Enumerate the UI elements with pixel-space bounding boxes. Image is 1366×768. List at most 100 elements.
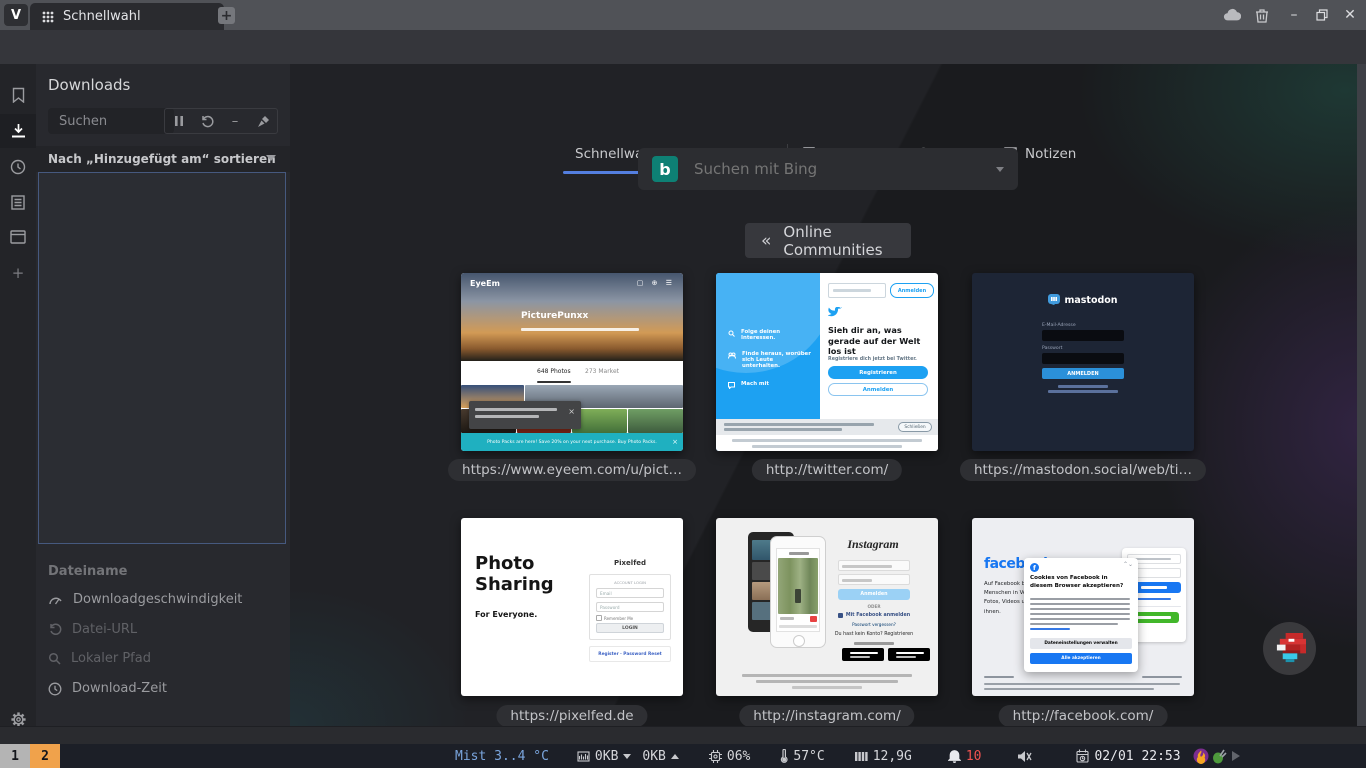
search-engine-chevron-icon	[996, 167, 1004, 172]
twitter-footer	[716, 435, 938, 451]
pixelfed-brand: Pixelfed	[589, 558, 671, 568]
speeddial-instagram[interactable]: Instagram Anmelden ODER Mit Facebook anm…	[716, 518, 938, 696]
volume-muted[interactable]	[1017, 750, 1032, 763]
downloads-search[interactable]	[48, 108, 174, 134]
chat-icon	[728, 382, 735, 389]
eyeem-tab-photos[interactable]: 648 Photos	[537, 368, 571, 375]
facebook-cookie-dialog: f ⌃⌄ Cookies von Facebook in diesem Brow…	[1024, 558, 1138, 672]
sort-label: Nach „Hinzugefügt am“ sortieren	[48, 152, 276, 166]
speeddial-mastodon[interactable]: mastodon E-Mail-Adresse Passwort ANMELDE…	[972, 273, 1194, 451]
twitter-register-button: Registrieren	[828, 366, 928, 379]
calendar-clock-icon	[1076, 749, 1089, 763]
history-panel-icon[interactable]	[0, 150, 36, 184]
knuckles-sprite-icon	[1271, 633, 1309, 665]
instagram-facebook-login: Mit Facebook anmelden	[834, 611, 914, 619]
vivaldi-menu-button[interactable]: V	[4, 4, 28, 26]
eyeem-cookie-notice: ×	[469, 401, 581, 429]
download-field-path: Lokaler Pfad	[48, 651, 151, 666]
remove-download-icon[interactable]: –	[221, 109, 249, 133]
downloads-list-empty[interactable]	[38, 172, 286, 544]
search-icon	[728, 330, 735, 337]
bookmarks-panel-icon[interactable]	[0, 78, 36, 112]
speeddial-caption: https://pixelfed.de	[496, 705, 647, 726]
speeddial-caption: http://twitter.com/	[752, 459, 902, 481]
pause-downloads-icon[interactable]	[165, 109, 193, 133]
speeddial-caption: https://mastodon.social/web/ti…	[960, 459, 1206, 481]
maximize-button[interactable]	[1310, 4, 1334, 26]
scrollbar[interactable]	[1357, 64, 1366, 726]
double-chevron-left-icon: «	[761, 231, 769, 251]
pixel-sprite-badge[interactable]	[1263, 622, 1316, 675]
speed-dial-grid-icon	[42, 11, 54, 23]
twitter-username-field	[828, 283, 886, 298]
resume-downloads-icon[interactable]	[193, 109, 221, 133]
instagram-password-input	[838, 574, 910, 585]
pixelfed-account-login-label: ACCOUNT LOGIN	[590, 579, 670, 585]
facebook-cookie-manage-button: Dateneinstellungen verwalten	[1030, 638, 1132, 649]
download-field-url: Datei-URL	[48, 622, 137, 637]
speeddial-facebook[interactable]: facebook Auf Facebook bleibst Menschen i…	[972, 518, 1194, 696]
speeddial-pixelfed[interactable]: Photo Sharing For Everyone. Pixelfed ACC…	[461, 518, 683, 696]
browser-tab[interactable]: Schnellwahl	[30, 3, 224, 30]
close-icon[interactable]: ×	[568, 407, 575, 416]
memory-status[interactable]: 12,9G	[855, 749, 912, 764]
downloads-sort-bar[interactable]: Nach „Hinzugefügt am“ sortieren	[36, 146, 290, 172]
pixelfed-links: Register · Password Reset	[589, 646, 671, 662]
notes-panel-icon[interactable]	[0, 185, 36, 219]
instagram-phone-screen	[776, 548, 820, 632]
panel-title: Downloads	[48, 76, 130, 94]
instagram-login-button: Anmelden	[838, 589, 910, 600]
eyeem-header-icons: ▢ ⊕ ☰	[637, 279, 675, 287]
startpage-search-box[interactable]: b	[638, 148, 1018, 190]
add-panel-icon[interactable]: +	[0, 256, 36, 290]
mastodon-email-label: E-Mail-Adresse	[1042, 323, 1076, 328]
google-play-badge	[888, 648, 930, 661]
cpu-status[interactable]: 06%	[709, 749, 750, 764]
speeddial-twitter[interactable]: Folge deinen Interessen. Finde heraus, w…	[716, 273, 938, 451]
eyeem-profile-name: PicturePunxx	[521, 311, 588, 321]
downloads-panel-icon[interactable]	[0, 114, 36, 148]
downloads-actions: –	[164, 108, 278, 134]
clean-downloads-icon[interactable]	[249, 109, 277, 133]
download-field-filename: Dateiname	[48, 564, 127, 579]
window-panel-icon[interactable]	[0, 220, 36, 254]
network-speed[interactable]: 0KB 0KB	[577, 749, 679, 764]
twitter-login-button: Anmelden	[828, 383, 928, 396]
eyeem-tab-market[interactable]: 273 Market	[585, 368, 619, 375]
speeddial-folder-back-button[interactable]: « Online Communities	[745, 223, 911, 258]
speeddial-caption: https://www.eyeem.com/u/pict…	[448, 459, 696, 481]
close-button[interactable]: ✕	[1338, 4, 1362, 26]
close-icon[interactable]: ×	[672, 438, 678, 446]
mastodon-email-input	[1042, 330, 1124, 341]
ram-icon	[855, 751, 868, 762]
temperature-status[interactable]: 57°C	[780, 749, 824, 764]
trash-icon[interactable]	[1252, 5, 1272, 25]
clock-widget[interactable]: 02/01 22:53	[1076, 749, 1180, 764]
bing-logo-icon: b	[652, 156, 678, 182]
up-arrow-icon	[671, 754, 679, 759]
weather-status[interactable]: Mist 3..4 °C	[455, 749, 549, 764]
speaker-muted-icon	[1017, 750, 1032, 763]
tray-network-icon	[1212, 748, 1227, 764]
clock-icon	[48, 682, 62, 696]
speeddial-eyeem[interactable]: EyeEm ▢ ⊕ ☰ PicturePunxx 648 Photos 273 …	[461, 273, 683, 451]
sync-cloud-icon[interactable]	[1222, 6, 1242, 24]
tray-icons[interactable]	[1193, 748, 1242, 764]
new-tab-button[interactable]: +	[218, 7, 235, 24]
undo-icon	[48, 623, 62, 636]
eyeem-tab-bar: 648 Photos 273 Market	[461, 361, 683, 385]
downloads-search-input[interactable]	[57, 113, 165, 130]
startpage-search-input[interactable]	[692, 159, 982, 179]
workspace-2[interactable]: 2	[30, 744, 60, 768]
workspace-1[interactable]: 1	[0, 744, 30, 768]
tray-arrow-icon	[1230, 749, 1242, 763]
facebook-cookie-title: Cookies von Facebook in diesem Browser a…	[1030, 575, 1130, 591]
expand-icon: ⌃⌄	[1123, 561, 1133, 568]
instagram-signup-row: Du hast kein Konto? Registrieren	[834, 629, 914, 639]
pixelfed-heading: Photo Sharing	[475, 554, 554, 595]
pixelfed-login-card: ACCOUNT LOGIN Email Password Remember Me…	[589, 574, 671, 640]
mastodon-password-input	[1042, 353, 1124, 364]
minimize-button[interactable]: –	[1282, 4, 1306, 26]
bell-icon	[948, 749, 961, 763]
notification-status[interactable]: 10	[948, 749, 982, 764]
